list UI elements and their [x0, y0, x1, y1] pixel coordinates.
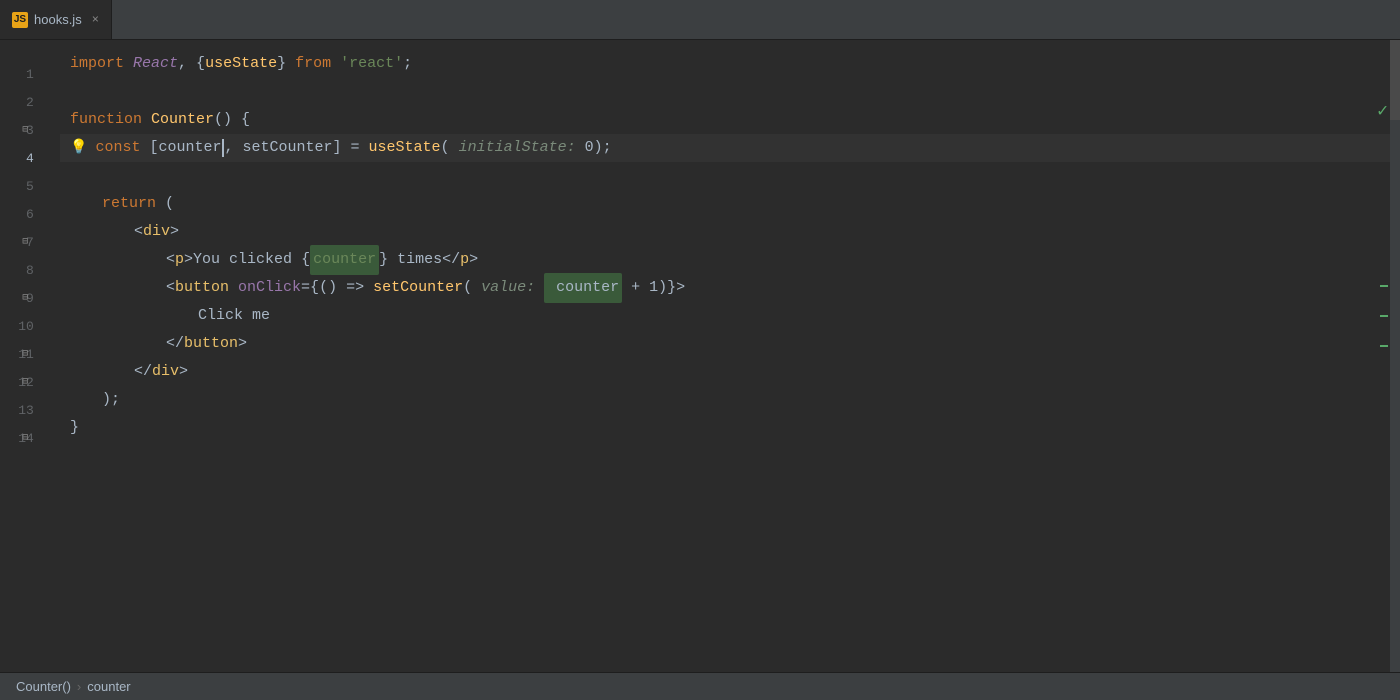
code-line-11: </ button > — [60, 330, 1400, 358]
identifier-react: React — [133, 50, 178, 78]
line-num-2: 2 — [26, 95, 34, 110]
line-num-1: 1 — [26, 67, 34, 82]
lightbulb-icon[interactable]: 💡 — [70, 134, 87, 162]
jsx-expr-counter-2: counter — [544, 273, 622, 303]
attr-onclick: onClick — [238, 274, 301, 302]
fn-counter: Counter — [151, 106, 214, 134]
tag-div-close: div — [152, 358, 179, 386]
breadcrumb: Counter() › counter — [16, 679, 131, 694]
gutter-line-10: 10 — [18, 312, 42, 340]
gutter-line-6: 6 — [18, 200, 42, 228]
js-file-icon: JS — [12, 12, 28, 28]
code-editor[interactable]: import React , { useState } from 'react'… — [60, 40, 1400, 700]
tag-p-close: p — [460, 246, 469, 274]
tab-bar: JS hooks.js × — [0, 0, 1400, 40]
gutter-line-5: 5 — [18, 172, 42, 200]
minimap-mark-3 — [1380, 345, 1388, 347]
gutter-line-2: 2 — [18, 88, 42, 116]
gutter-line-1: 1 — [18, 60, 42, 88]
fold-marker-11[interactable]: ⊟ — [22, 348, 28, 360]
fn-setcounter-call: setCounter — [373, 274, 463, 302]
tag-button-close: button — [184, 330, 238, 358]
code-line-12: </ div > — [60, 358, 1400, 386]
editor-window: JS hooks.js × 1 2 ⊟ 3 — [0, 0, 1400, 700]
tab-close-button[interactable]: × — [92, 13, 99, 27]
gutter-line-7: ⊟ 7 — [18, 228, 42, 256]
param-hint-initialstate: initialState: — [459, 134, 585, 162]
minimap-mark-2 — [1380, 315, 1388, 317]
line-num-6: 6 — [26, 207, 34, 222]
keyword-const: const — [95, 134, 149, 162]
code-line-13: ); — [60, 386, 1400, 414]
fold-marker-14[interactable]: ⊟ — [22, 432, 28, 444]
keyword-return: return — [102, 190, 165, 218]
identifier-usestate: useState — [205, 50, 277, 78]
tag-div-open: div — [143, 218, 170, 246]
fold-marker-9[interactable]: ⊟ — [22, 292, 28, 304]
gutter-line-14: ⊟ 14 — [18, 424, 42, 452]
line-number-gutter: 1 2 ⊟ 3 4 5 — [0, 40, 60, 700]
code-line-3: function Counter () { — [60, 106, 1400, 134]
code-line-7: < div > — [60, 218, 1400, 246]
gutter-lines: 1 2 ⊟ 3 4 5 — [18, 50, 42, 452]
gutter-line-8: 8 — [18, 256, 42, 284]
gutter-line-9: ⊟ 9 — [18, 284, 42, 312]
scrollbar-thumb[interactable] — [1390, 40, 1400, 120]
code-line-9: < button onClick ={ () => setCounter ( v… — [60, 274, 1400, 302]
line-num-13: 13 — [18, 403, 34, 418]
minimap-mark-1 — [1380, 285, 1388, 287]
breadcrumb-variable: counter — [87, 679, 130, 694]
var-setcounter: setCounter — [243, 134, 333, 162]
breadcrumb-separator: › — [77, 679, 81, 694]
code-line-8: < p > You clicked { counter } times</ p … — [60, 246, 1400, 274]
gutter-line-13: 13 — [18, 396, 42, 424]
line-num-8: 8 — [26, 263, 34, 278]
fold-marker-12[interactable]: ⊟ — [22, 376, 28, 388]
code-line-6: return ( — [60, 190, 1400, 218]
breadcrumb-function: Counter() — [16, 679, 71, 694]
string-react: 'react' — [340, 50, 403, 78]
tag-p-open: p — [175, 246, 184, 274]
line-num-10: 10 — [18, 319, 34, 334]
line-num-4: 4 — [26, 151, 34, 166]
gutter-line-12: ⊟ 12 — [18, 368, 42, 396]
keyword-import: import — [70, 50, 133, 78]
fold-marker-7[interactable]: ⊟ — [22, 236, 28, 248]
code-line-10: Click me — [60, 302, 1400, 330]
gutter-line-4: 4 — [18, 144, 42, 172]
keyword-function: function — [70, 106, 151, 134]
code-line-14: } — [60, 414, 1400, 442]
keyword-from: from — [295, 50, 340, 78]
code-line-5 — [60, 162, 1400, 190]
editor-area: 1 2 ⊟ 3 4 5 — [0, 40, 1400, 700]
tab-hooks-js[interactable]: JS hooks.js × — [0, 0, 112, 39]
status-bar: Counter() › counter — [0, 672, 1400, 700]
text-click-me: Click me — [198, 302, 270, 330]
gutter-line-3: ⊟ 3 — [18, 116, 42, 144]
var-counter: counter — [158, 134, 221, 162]
code-line-1: import React , { useState } from 'react'… — [60, 50, 1400, 78]
gutter-line-11: ⊟ 11 — [18, 340, 42, 368]
code-line-2 — [60, 78, 1400, 106]
fold-marker-3[interactable]: ⊟ — [22, 124, 28, 136]
validation-checkmark: ✓ — [1377, 100, 1388, 122]
tab-filename: hooks.js — [34, 12, 82, 27]
jsx-expr-counter: counter — [310, 245, 379, 275]
line-num-5: 5 — [26, 179, 34, 194]
param-hint-value: value: — [481, 274, 544, 302]
code-line-4: 💡 const [ counter , setCounter ] = useSt… — [60, 134, 1400, 162]
fn-usestate: useState — [369, 134, 441, 162]
vertical-scrollbar[interactable] — [1390, 40, 1400, 700]
tag-button-open: button — [175, 274, 238, 302]
